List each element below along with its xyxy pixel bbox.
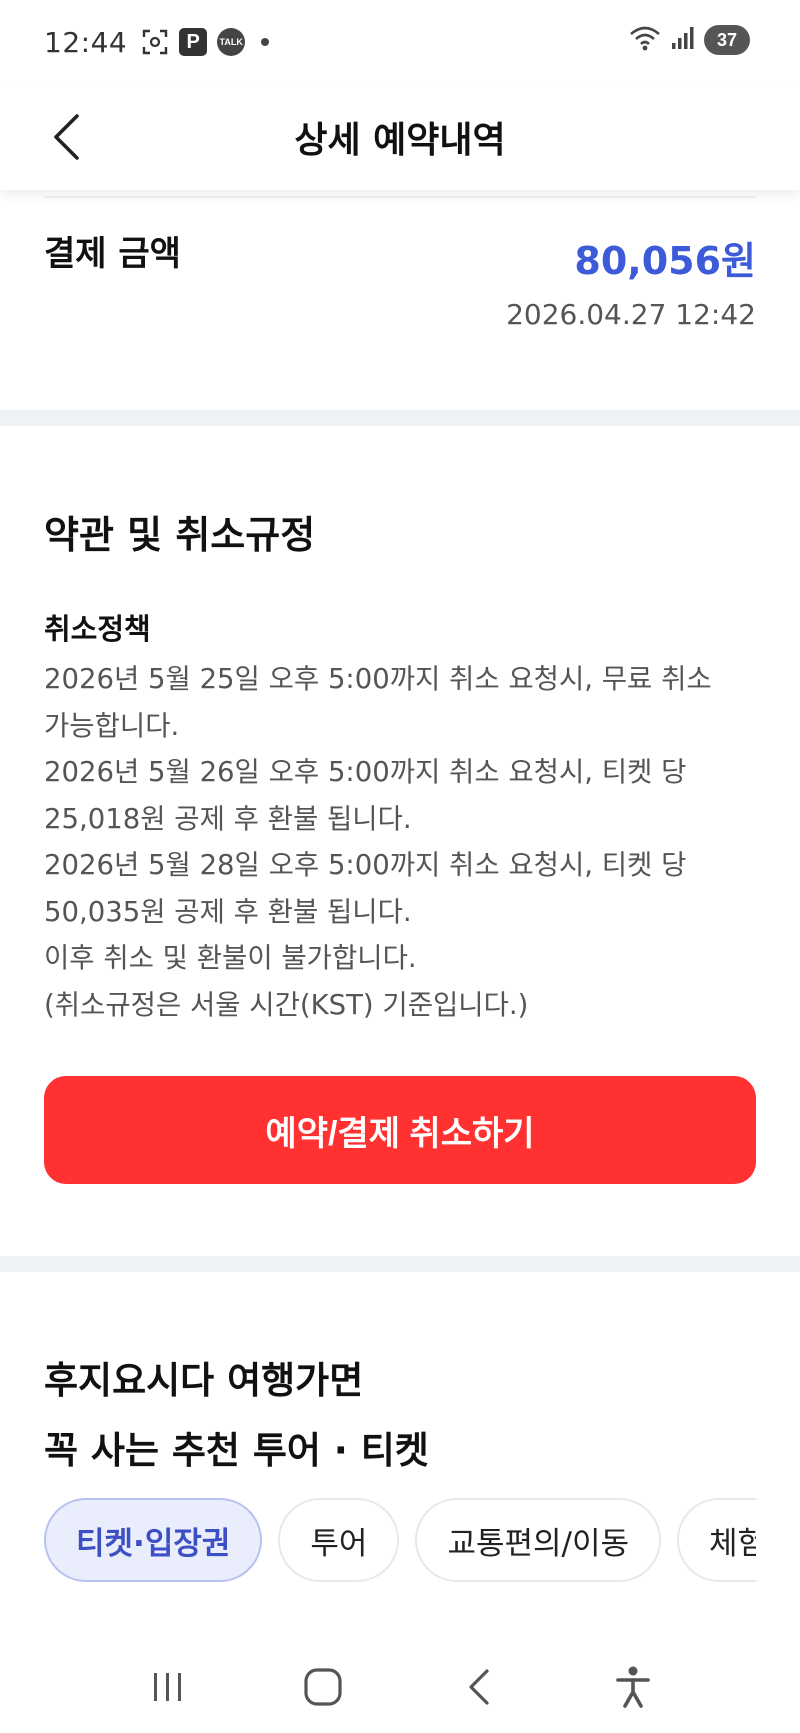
accessibility-icon xyxy=(615,1666,650,1708)
chip-transport[interactable]: 교통편의/이동 xyxy=(415,1498,662,1582)
policy-line: 가능합니다. xyxy=(44,709,180,742)
payment-label: 결제 금액 xyxy=(44,234,181,274)
recent-apps-button[interactable] xyxy=(138,1657,198,1717)
recommend-title-line1: 후지요시다 여행가면 xyxy=(44,1359,364,1402)
recommend-title: 후지요시다 여행가면 꼭 사는 추천 투어 · 티켓 xyxy=(44,1346,429,1486)
chip-experience[interactable]: 체험 xyxy=(677,1498,756,1582)
policy-line: 25,018원 공제 후 환불 됩니다. xyxy=(44,802,412,835)
chip-tickets[interactable]: 티켓·입장권 xyxy=(44,1498,263,1582)
chip-tours[interactable]: 투어 xyxy=(278,1498,400,1582)
policy-line: 2026년 5월 26일 오후 5:00까지 취소 요청시, 티켓 당 xyxy=(44,756,687,788)
notification-dot xyxy=(261,38,270,46)
screenshot-icon xyxy=(141,28,169,56)
payment-date: 2026.04.27 12:42 xyxy=(506,298,756,331)
status-left-icons: P TALK xyxy=(141,28,270,56)
recommend-title-line2: 꼭 사는 추천 투어 · 티켓 xyxy=(44,1429,429,1472)
section-divider xyxy=(0,1256,800,1272)
policy-line: (취소규정은 서울 시간(KST) 기준입니다.) xyxy=(44,988,529,1021)
status-time: 12:44 xyxy=(44,25,128,59)
terms-title: 약관 및 취소규정 xyxy=(44,513,316,557)
parking-icon: P xyxy=(179,28,208,56)
policy-line: 이후 취소 및 환불이 불가합니다. xyxy=(44,942,417,974)
chevron-left-icon xyxy=(54,114,79,160)
cancel-reservation-button[interactable]: 예약/결제 취소하기 xyxy=(44,1076,756,1184)
divider xyxy=(44,196,756,198)
policy-line: 2026년 5월 28일 오후 5:00까지 취소 요청시, 티켓 당 xyxy=(44,849,687,881)
recent-apps-icon xyxy=(153,1672,181,1701)
kakaotalk-icon: TALK xyxy=(217,28,246,56)
accessibility-button[interactable] xyxy=(603,1657,663,1717)
system-nav-bar xyxy=(0,1640,800,1733)
category-chips: 티켓·입장권 투어 교통편의/이동 체험 xyxy=(44,1498,756,1584)
home-button[interactable] xyxy=(293,1657,353,1717)
page-title: 상세 예약내역 xyxy=(294,120,506,161)
status-bar: 12:44 P TALK 37 xyxy=(0,0,800,84)
wifi-icon xyxy=(628,24,662,56)
signal-icon xyxy=(670,25,696,55)
cancel-policy-text: 2026년 5월 25일 오후 5:00까지 취소 요청시, 무료 취소 가능합… xyxy=(44,656,764,1028)
section-divider xyxy=(0,410,800,426)
policy-line: 2026년 5월 25일 오후 5:00까지 취소 요청시, 무료 취소 xyxy=(44,663,712,695)
policy-line: 50,035원 공제 후 환불 됩니다. xyxy=(44,895,412,928)
system-back-button[interactable] xyxy=(448,1657,508,1717)
back-button[interactable] xyxy=(36,102,96,172)
home-icon xyxy=(303,1667,342,1706)
battery-icon: 37 xyxy=(704,25,750,55)
cancel-policy-subtitle: 취소정책 xyxy=(44,612,151,646)
top-app-bar: 상세 예약내역 xyxy=(0,84,800,190)
payment-amount: 80,056원 xyxy=(574,239,756,283)
status-right-icons: 37 xyxy=(628,24,750,56)
back-icon xyxy=(468,1668,489,1705)
